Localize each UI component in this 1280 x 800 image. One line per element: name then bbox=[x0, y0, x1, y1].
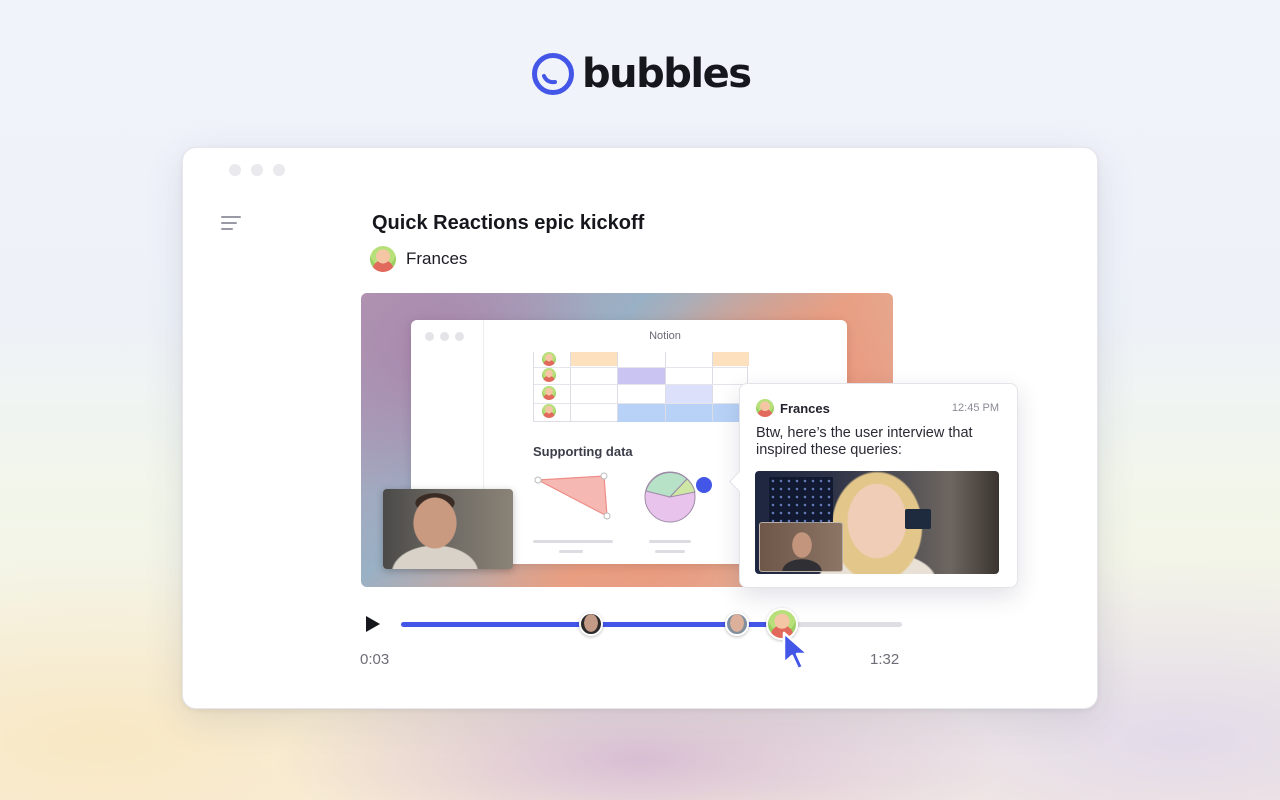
placeholder-line bbox=[559, 550, 583, 553]
window-dot[interactable] bbox=[229, 164, 241, 176]
placeholder-line bbox=[533, 540, 613, 543]
menu-icon[interactable] bbox=[221, 216, 241, 232]
duration: 1:32 bbox=[870, 651, 900, 668]
triangle-chart-icon bbox=[534, 472, 611, 520]
page-title: Quick Reactions epic kickoff bbox=[372, 212, 645, 234]
pie-chart-icon bbox=[644, 471, 696, 523]
picture-in-picture-thumbnail bbox=[759, 522, 843, 572]
wall-poster bbox=[769, 477, 833, 523]
app-window: Quick Reactions epic kickoff Frances Not… bbox=[182, 147, 1098, 709]
notion-table bbox=[533, 352, 749, 422]
comment-time: 12:45 PM bbox=[951, 402, 999, 414]
logo-mark-icon bbox=[532, 53, 574, 95]
placeholder-line bbox=[649, 540, 691, 543]
highlight-dot bbox=[694, 475, 714, 495]
author-row: Frances bbox=[370, 246, 467, 272]
presenter-camera-thumbnail bbox=[383, 489, 513, 569]
notion-window-title: Notion bbox=[649, 330, 681, 342]
mouse-pointer-icon bbox=[782, 631, 810, 671]
comment-video-thumbnail[interactable] bbox=[755, 471, 999, 574]
play-icon[interactable] bbox=[363, 614, 383, 634]
avatar bbox=[542, 404, 556, 418]
window-controls bbox=[229, 164, 285, 176]
avatar bbox=[542, 386, 556, 400]
author-name: Frances bbox=[406, 249, 468, 268]
comment-author: Frances bbox=[780, 400, 830, 416]
comment-popup: Frances 12:45 PM Btw, here’s the user in… bbox=[739, 383, 1018, 588]
comment-message: Btw, here’s the user interview that insp… bbox=[756, 425, 973, 458]
comment-marker-avatar[interactable] bbox=[724, 612, 749, 636]
avatar bbox=[542, 368, 556, 382]
current-time: 0:03 bbox=[360, 651, 390, 668]
avatar bbox=[542, 352, 556, 366]
window-dot[interactable] bbox=[251, 164, 263, 176]
avatar bbox=[756, 399, 774, 417]
logo-text: bubbles bbox=[582, 51, 752, 97]
comment-marker-avatar[interactable] bbox=[579, 612, 604, 636]
bubbles-logo: bubbles bbox=[530, 50, 752, 98]
section-heading: Supporting data bbox=[533, 444, 633, 459]
avatar bbox=[370, 246, 396, 272]
placeholder-line bbox=[655, 550, 685, 553]
progress-bar[interactable] bbox=[401, 622, 902, 627]
background-monitor bbox=[905, 509, 931, 529]
comment-header: Frances 12:45 PM bbox=[756, 399, 999, 417]
window-dot[interactable] bbox=[273, 164, 285, 176]
